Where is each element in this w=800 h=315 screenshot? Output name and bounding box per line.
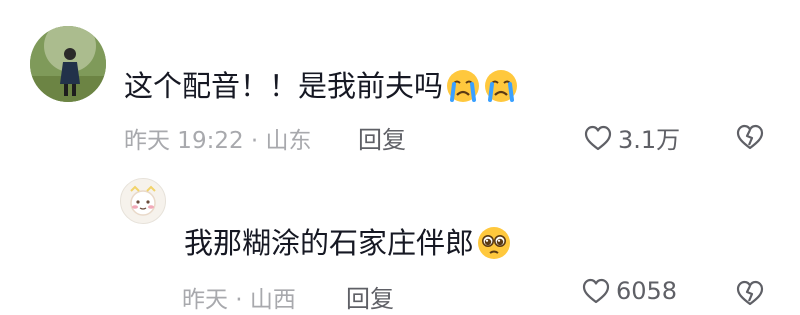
crying-face-icon xyxy=(447,70,480,102)
reply-body: 我那糊涂的石家庄伴郎 xyxy=(184,226,475,260)
like-button[interactable]: 6058 xyxy=(582,277,677,305)
reply-meta: 昨天 · 山西 xyxy=(182,287,296,313)
like-count: 6058 xyxy=(616,277,678,305)
broken-heart-icon xyxy=(736,280,764,306)
heart-icon xyxy=(582,278,610,304)
heart-icon xyxy=(584,125,612,150)
avatar[interactable] xyxy=(30,26,106,102)
reply-button[interactable]: 回复 xyxy=(358,120,406,155)
comment-text: 这个配音！！是我前夫吗 xyxy=(124,68,519,104)
like-count: 3.1万 xyxy=(618,126,681,154)
pleading-face-icon xyxy=(478,227,511,259)
like-button[interactable]: 3.1万 xyxy=(584,120,680,155)
dislike-button[interactable] xyxy=(736,124,764,154)
dislike-button[interactable] xyxy=(736,280,764,310)
broken-heart-icon xyxy=(736,124,764,150)
reply-text: 我那糊涂的石家庄伴郎 xyxy=(184,225,512,261)
avatar-cartoon xyxy=(121,179,165,223)
comment-body: 这个配音！！是我前夫吗 xyxy=(124,69,444,103)
avatar-photo xyxy=(30,26,106,102)
reply-avatar[interactable] xyxy=(120,178,166,224)
comment-meta: 昨天 19:22 · 山东 xyxy=(124,128,312,154)
reply-button[interactable]: 回复 xyxy=(346,279,394,314)
crying-face-icon xyxy=(485,70,518,102)
